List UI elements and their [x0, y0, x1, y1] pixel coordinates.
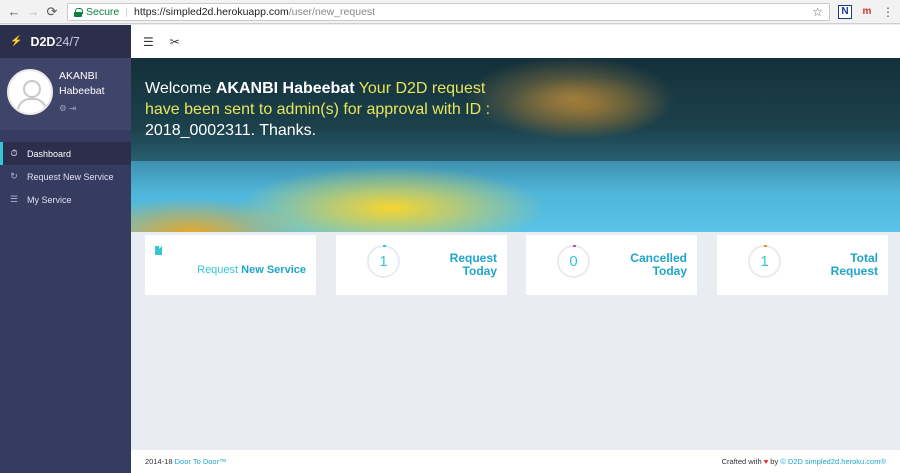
request-new-service-card[interactable]: Request New Service [145, 235, 316, 295]
lock-icon [74, 7, 83, 17]
brand-name: D2D [30, 34, 56, 49]
user-name: AKANBI Habeebat [215, 80, 355, 97]
user-profile: AKANBI Habeebat ⚙ ⇥ [0, 58, 131, 130]
hamburger-menu-icon[interactable]: ☰ [143, 35, 154, 49]
new-service-word: New Service [241, 264, 306, 276]
label-line-2: Request [830, 264, 878, 278]
total-request-card[interactable]: 1 Total Request [717, 235, 888, 295]
bookmark-star-icon[interactable]: ☆ [812, 5, 823, 19]
message-part-2: . Thanks. [250, 122, 317, 139]
sidebar-item-my-service[interactable]: ☰ My Service [0, 188, 131, 211]
cancelled-today-label: Cancelled Today [630, 252, 687, 278]
sidebar-menu: ⏱ Dashboard ↻ Request New Service ☰ My S… [0, 142, 131, 211]
cancelled-today-counter: 0 [557, 245, 590, 278]
request-word: Request [197, 264, 239, 276]
logout-icon[interactable]: ⇥ [69, 103, 76, 113]
request-new-service-link[interactable]: Request New Service [197, 264, 306, 276]
copyright: 2014-18 Door To Door™ [145, 457, 227, 466]
total-request-counter: 1 [748, 245, 781, 278]
back-arrow-icon[interactable]: ← [6, 4, 22, 20]
reload-icon[interactable]: ⟳ [44, 4, 60, 20]
address-bar[interactable]: Secure | https://simpled2d.herokuapp.com… [67, 2, 830, 21]
heart-icon: ♥ [763, 457, 769, 466]
list-icon: ☰ [9, 194, 19, 204]
crafted-text: Crafted with [721, 457, 762, 466]
extension-n-icon[interactable]: N [838, 4, 852, 19]
label-line-2: Today [652, 264, 687, 278]
document-icon [155, 246, 162, 255]
total-request-label: Total Request [831, 252, 878, 278]
sidebar-item-label: Request New Service [27, 171, 114, 182]
stopwatch-icon: ⏱ [10, 148, 18, 158]
label-line-2: Today [462, 264, 497, 278]
settings-gear-icon[interactable]: ⚙ [59, 103, 67, 113]
by-text: by [770, 457, 779, 466]
brand-suffix: 24/7 [55, 34, 80, 49]
tools-icon[interactable]: ✂ [170, 35, 180, 49]
cancelled-today-card[interactable]: 0 Cancelled Today [526, 235, 697, 295]
footer: 2014-18 Door To Door™ Crafted with ♥ by … [131, 450, 900, 473]
user-first-name: AKANBI [59, 70, 98, 82]
user-last-name: Habeebat [59, 85, 105, 97]
site-link[interactable]: Door To Door™ [175, 457, 227, 466]
top-bar: ☰ ✂ [131, 25, 900, 58]
url-path: /user/new_request [288, 5, 376, 18]
sidebar-item-label: My Service [27, 194, 72, 205]
bolt-icon: ⚡ [10, 36, 23, 47]
credits: Crafted with ♥ by © D2D simpled2d.heroku… [722, 457, 886, 466]
secure-label: Secure [86, 5, 120, 18]
browser-menu-icon[interactable]: ⋮ [882, 5, 894, 19]
address-separator: | [125, 5, 129, 18]
credit-link[interactable]: © D2D simpled2d.heroku.com® [780, 457, 886, 466]
browser-toolbar: ← → ⟳ Secure | https://simpled2d.herokua… [0, 0, 900, 24]
avatar [7, 69, 53, 115]
sidebar-item-label: Dashboard [27, 148, 72, 159]
welcome-word: Welcome [145, 80, 212, 97]
refresh-icon: ↻ [10, 171, 18, 181]
url-host: https://simpled2d.herokuapp.com [134, 5, 289, 18]
sidebar-item-request-new-service[interactable]: ↻ Request New Service [0, 165, 131, 188]
brand[interactable]: ⚡ D2D 24/7 [0, 25, 131, 58]
request-today-card[interactable]: 1 Request Today [336, 235, 507, 295]
sidebar-item-dashboard[interactable]: ⏱ Dashboard [0, 142, 131, 165]
welcome-message: Welcome AKANBI Habeebat Your D2D request… [145, 78, 505, 141]
forward-arrow-icon[interactable]: → [25, 4, 41, 20]
copyright-year: 2014-18 [145, 457, 173, 466]
hero-banner: Welcome AKANBI Habeebat Your D2D request… [131, 58, 900, 232]
request-today-label: Request Today [450, 252, 497, 278]
request-today-counter: 1 [367, 245, 400, 278]
sidebar: ⚡ D2D 24/7 AKANBI Habeebat ⚙ ⇥ ⏱ Dashboa… [0, 25, 131, 473]
request-id: 2018_0002311 [145, 122, 251, 139]
extension-m-icon[interactable]: m [860, 5, 874, 19]
